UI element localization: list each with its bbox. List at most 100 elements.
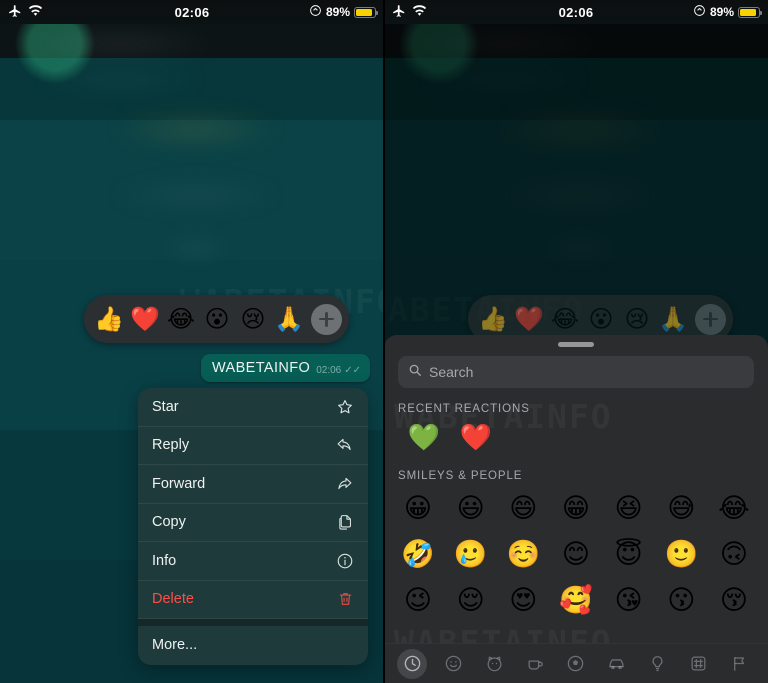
- context-menu-item-more[interactable]: More...: [138, 626, 368, 665]
- left-panel: WABETAINFO 02:06 89% 👍: [0, 0, 384, 683]
- wifi-icon: [412, 4, 427, 20]
- forward-icon: [335, 475, 354, 493]
- status-time: 02:06: [558, 4, 594, 20]
- emoji-upside-down-face[interactable]: 🙃: [710, 534, 758, 574]
- screenshot-root: WABETAINFO 02:06 89% 👍: [0, 0, 768, 683]
- emoji-grinning-face-with-smiling-eyes[interactable]: 😄: [499, 488, 547, 528]
- smileys-section-title: SMILEYS & PEOPLE: [398, 470, 523, 482]
- reaction-folded-hands[interactable]: 🙏: [271, 301, 307, 337]
- copy-icon: [337, 513, 354, 531]
- context-menu-item-reply[interactable]: Reply: [138, 427, 368, 465]
- rotation-lock-icon: [309, 4, 322, 20]
- emoji-smiling-face-with-halo[interactable]: 😇: [605, 534, 653, 574]
- context-menu-item-star[interactable]: Star: [138, 388, 368, 427]
- smileys-category-smiley-icon[interactable]: [438, 649, 468, 679]
- search-placeholder: Search: [429, 364, 474, 380]
- emoji-slightly-smiling-face[interactable]: 🙂: [657, 534, 705, 574]
- reaction-face-with-tears-of-joy[interactable]: 😂: [163, 301, 199, 337]
- add-reaction-button[interactable]: [311, 303, 342, 335]
- recent-reactions-row: 💚 ❤️: [384, 421, 768, 455]
- add-reaction-button[interactable]: [695, 303, 726, 335]
- star-icon: [336, 398, 354, 416]
- context-menu-item-delete[interactable]: Delete: [138, 581, 368, 619]
- emoji-face-blowing-a-kiss[interactable]: 😘: [605, 580, 653, 620]
- emoji-picker-sheet[interactable]: WABETAINFO WABETAINFO Search RECENT REAC…: [384, 335, 768, 683]
- emoji-smiling-face[interactable]: ☺️: [499, 534, 547, 574]
- message-text: WABETAINFO: [211, 360, 311, 376]
- context-item-label: Star: [152, 398, 179, 415]
- emoji-rolling-on-the-floor-laughing[interactable]: 🤣: [394, 534, 442, 574]
- reaction-crying-face[interactable]: 😢: [619, 301, 655, 337]
- recent-red-heart[interactable]: ❤️: [450, 421, 502, 455]
- emoji-kissing-face-with-closed-eyes[interactable]: 😚: [710, 580, 758, 620]
- travel-category-car-icon[interactable]: [602, 649, 632, 679]
- animals-category-animal-icon[interactable]: [479, 649, 509, 679]
- emoji-grinning-face-with-big-eyes[interactable]: 😃: [447, 488, 495, 528]
- emoji-grinning-face[interactable]: 😀: [394, 488, 442, 528]
- recent-category-clock-icon[interactable]: [397, 648, 428, 679]
- airplane-icon: [8, 4, 22, 21]
- search-input[interactable]: Search: [398, 356, 754, 388]
- emoji-smiling-face-with-smiling-eyes[interactable]: 😊: [552, 534, 600, 574]
- reaction-red-heart[interactable]: ❤️: [511, 301, 547, 337]
- context-menu-item-copy[interactable]: Copy: [138, 504, 368, 542]
- food-category-food-icon[interactable]: [520, 649, 550, 679]
- emoji-face-with-tears-of-joy[interactable]: 😂: [710, 488, 758, 528]
- battery-percent: 89%: [709, 5, 734, 19]
- wifi-icon: [28, 4, 43, 20]
- context-item-label: Reply: [152, 437, 190, 454]
- emoji-smiling-face-with-heart-eyes[interactable]: 😍: [499, 580, 547, 620]
- read-receipt-icon: ✓✓: [344, 365, 361, 376]
- reaction-face-with-open-mouth[interactable]: 😮: [583, 301, 619, 337]
- emoji-grinning-face-with-sweat[interactable]: 😅: [657, 488, 705, 528]
- reaction-red-heart[interactable]: ❤️: [127, 301, 163, 337]
- emoji-category-bar[interactable]: [384, 643, 768, 683]
- status-left-group: [384, 4, 504, 21]
- context-menu-item-info[interactable]: Info: [138, 542, 368, 581]
- status-left-group: [0, 4, 120, 21]
- context-item-label: Forward: [152, 475, 206, 492]
- rotation-lock-icon: [693, 4, 706, 20]
- reaction-thumbs-up[interactable]: 👍: [91, 301, 127, 337]
- emoji-row: 🤣 🥲 ☺️ 😊 😇 🙂 🙃: [394, 534, 758, 574]
- info-icon: [336, 552, 354, 570]
- emoji-smiling-face-with-hearts[interactable]: 🥰: [552, 580, 600, 620]
- context-menu-item-forward[interactable]: Forward: [138, 465, 368, 504]
- status-right-group: 89%: [264, 4, 384, 20]
- context-menu-divider: [138, 619, 368, 626]
- message-bubble[interactable]: WABETAINFO 02:06 ✓✓: [200, 354, 370, 382]
- message-context-menu[interactable]: Star Reply Forward Copy Info Delete More…: [138, 388, 368, 665]
- emoji-row: 😉 😌 😍 🥰 😘 😗 😚: [394, 580, 758, 620]
- battery-icon: [354, 6, 378, 18]
- battery-percent: 89%: [325, 5, 350, 19]
- context-item-label: More...: [152, 637, 198, 654]
- context-item-label: Delete: [152, 591, 194, 608]
- context-item-label: Copy: [152, 514, 186, 531]
- reaction-crying-face[interactable]: 😢: [235, 301, 271, 337]
- reaction-face-with-tears-of-joy[interactable]: 😂: [547, 301, 583, 337]
- emoji-beaming-face-with-smiling-eyes[interactable]: 😁: [552, 488, 600, 528]
- message-meta: 02:06 ✓✓: [316, 365, 361, 376]
- airplane-icon: [392, 4, 406, 21]
- reaction-folded-hands[interactable]: 🙏: [655, 301, 691, 337]
- recent-green-heart[interactable]: 💚: [398, 421, 450, 455]
- emoji-relieved-face[interactable]: 😌: [447, 580, 495, 620]
- context-item-label: Info: [152, 552, 177, 569]
- search-container: Search: [384, 347, 768, 388]
- symbols-category-symbols-icon[interactable]: [684, 649, 714, 679]
- activities-category-activity-icon[interactable]: [561, 649, 591, 679]
- emoji-kissing-face[interactable]: 😗: [657, 580, 705, 620]
- emoji-grinning-squinting-face[interactable]: 😆: [605, 488, 653, 528]
- reaction-bar-left[interactable]: 👍 ❤️ 😂 😮 😢 🙏: [84, 295, 349, 343]
- emoji-grid: 😀 😃 😄 😁 😆 😅 😂 🤣 🥲 ☺️ 😊 😇 🙂 🙃 😉 😌 😍 🥰 😘 😗…: [384, 488, 768, 620]
- reaction-face-with-open-mouth[interactable]: 😮: [199, 301, 235, 337]
- emoji-winking-face[interactable]: 😉: [394, 580, 442, 620]
- emoji-smiling-face-with-tear[interactable]: 🥲: [447, 534, 495, 574]
- flags-category-flag-icon[interactable]: [724, 649, 754, 679]
- objects-category-bulb-icon[interactable]: [643, 649, 673, 679]
- search-icon: [408, 363, 422, 382]
- emoji-row: 😀 😃 😄 😁 😆 😅 😂: [394, 488, 758, 528]
- status-bar-right: 02:06 89%: [384, 0, 768, 24]
- status-right-group: 89%: [648, 4, 768, 20]
- reaction-thumbs-up[interactable]: 👍: [475, 301, 511, 337]
